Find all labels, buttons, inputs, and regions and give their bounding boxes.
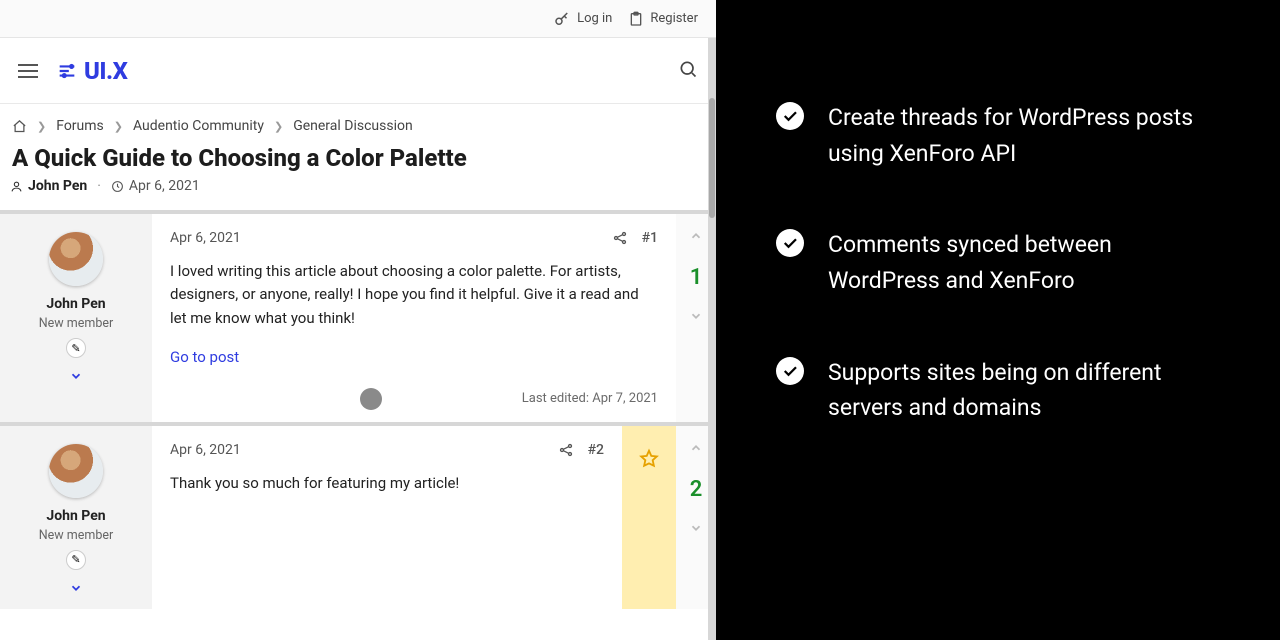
vote-count: 1 <box>690 265 703 290</box>
post-number[interactable]: #2 <box>588 442 604 458</box>
share-icon[interactable] <box>612 230 628 246</box>
vote-count: 2 <box>690 477 703 502</box>
post-user-column: John Pen New member ✎ <box>0 214 152 422</box>
thread-date: Apr 6, 2021 <box>129 178 200 194</box>
feature-item: Comments synced between WordPress and Xe… <box>776 227 1220 298</box>
thread-title: A Quick Guide to Choosing a Color Palett… <box>10 136 706 178</box>
register-label: Register <box>650 11 698 26</box>
upvote-button[interactable] <box>689 440 703 459</box>
key-icon <box>553 10 571 28</box>
person-icon <box>10 180 23 193</box>
logo-text: UI.X <box>84 57 127 85</box>
post-body: I loved writing this article about choos… <box>170 260 658 330</box>
clipboard-icon <box>628 11 644 27</box>
chevron-right-icon: ❯ <box>114 120 123 133</box>
feature-item: Create threads for WordPress posts using… <box>776 100 1220 171</box>
crumb-forums[interactable]: Forums <box>56 118 104 134</box>
home-icon[interactable] <box>12 119 27 134</box>
user-expand[interactable] <box>69 368 83 387</box>
feature-item: Supports sites being on different server… <box>776 355 1220 426</box>
search-button[interactable] <box>678 59 698 83</box>
post-user-role: New member <box>39 316 113 331</box>
downvote-button[interactable] <box>689 520 703 539</box>
register-link[interactable]: Register <box>628 11 698 27</box>
chevron-right-icon: ❯ <box>274 120 283 133</box>
check-icon <box>776 102 804 130</box>
post-date: Apr 6, 2021 <box>170 230 241 246</box>
breadcrumb: ❯ Forums ❯ Audentio Community ❯ General … <box>10 104 706 136</box>
thread-author[interactable]: John Pen <box>28 178 87 194</box>
crumb-general[interactable]: General Discussion <box>293 118 413 134</box>
post-user-role: New member <box>39 528 113 543</box>
utility-bar: Log in Register <box>0 0 716 38</box>
post-user-column: John Pen New member ✎ <box>0 426 152 609</box>
avatar[interactable] <box>49 444 103 498</box>
go-to-post-link[interactable]: Go to post <box>170 348 658 366</box>
search-icon <box>678 59 698 79</box>
forum-screenshot: Log in Register UI.X <box>0 0 716 640</box>
post-body: Thank you so much for featuring my artic… <box>170 472 604 495</box>
header-bar: UI.X <box>0 38 716 104</box>
check-icon <box>776 229 804 257</box>
feature-panel: Create threads for WordPress posts using… <box>716 0 1280 640</box>
user-badge-icon: ✎ <box>66 550 86 570</box>
feature-text: Supports sites being on different server… <box>828 355 1220 426</box>
user-expand[interactable] <box>69 580 83 599</box>
check-icon <box>776 357 804 385</box>
downvote-button[interactable] <box>689 308 703 327</box>
clock-icon <box>111 180 124 193</box>
menu-button[interactable] <box>18 64 38 78</box>
post-date: Apr 6, 2021 <box>170 442 241 458</box>
last-edited: Last edited: Apr 7, 2021 <box>522 391 658 406</box>
upvote-button[interactable] <box>689 228 703 247</box>
post-number[interactable]: #1 <box>642 230 658 246</box>
best-answer-column <box>622 426 676 609</box>
feature-text: Comments synced between WordPress and Xe… <box>828 227 1220 298</box>
post-username[interactable]: John Pen <box>46 508 105 524</box>
post-username[interactable]: John Pen <box>46 296 105 312</box>
scrollbar-track[interactable] <box>708 38 716 640</box>
site-logo[interactable]: UI.X <box>56 57 127 85</box>
crumb-community[interactable]: Audentio Community <box>133 118 264 134</box>
login-link[interactable]: Log in <box>553 10 612 28</box>
avatar[interactable] <box>49 232 103 286</box>
user-badge-icon: ✎ <box>66 338 86 358</box>
post-row: John Pen New member ✎ Apr 6, 2021 #1 <box>0 210 716 422</box>
login-label: Log in <box>577 11 612 26</box>
feature-text: Create threads for WordPress posts using… <box>828 100 1220 171</box>
share-icon[interactable] <box>558 442 574 458</box>
star-icon[interactable] <box>638 448 660 474</box>
attachment-indicator[interactable] <box>360 388 382 410</box>
chevron-right-icon: ❯ <box>37 120 46 133</box>
thread-meta: John Pen · Apr 6, 2021 <box>10 178 706 210</box>
scrollbar-thumb[interactable] <box>709 98 715 218</box>
logo-icon <box>56 60 78 82</box>
post-row: John Pen New member ✎ Apr 6, 2021 #2 <box>0 422 716 609</box>
